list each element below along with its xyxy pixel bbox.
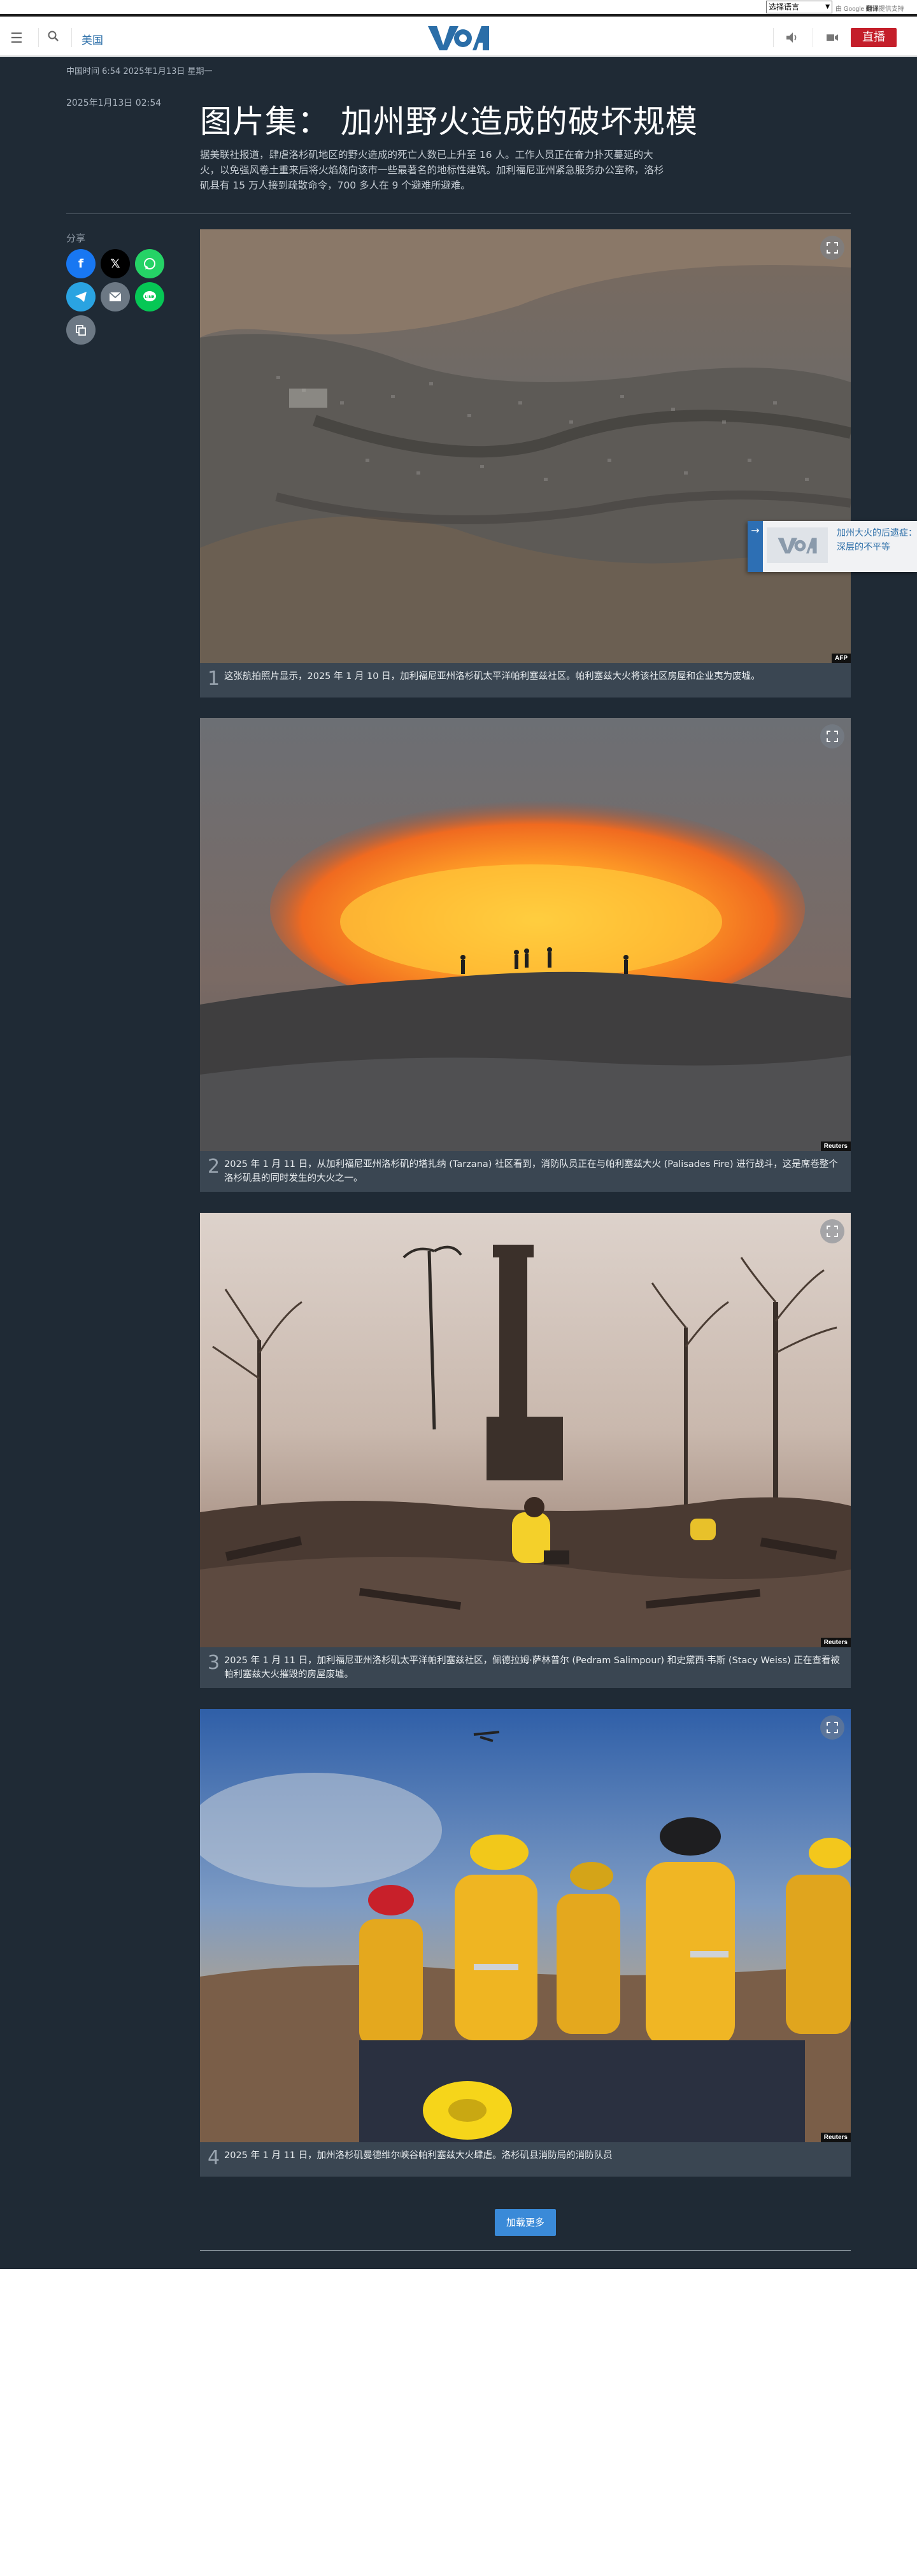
china-time: 中国时间 6:54 2025年1月13日 星期一 [66,67,213,76]
gallery-item: AFP 1 这张航拍照片显示，2025 年 1 月 10 日，加利福尼亚州洛杉矶… [200,229,851,698]
caption-text: 2025 年 1 月 11 日，加州洛杉矶曼德维尔峡谷帕利塞兹大火肆虐。洛杉矶县… [224,2150,613,2161]
article-container: 中国时间 6:54 2025年1月13日 星期一 2025年1月13日 02:5… [0,57,917,2269]
page-title: 图片集： 加州野火造成的破坏规模 [200,103,698,140]
related-headline-text: 加州大火的后遗症：深层的不平等 [837,528,917,552]
whatsapp-icon[interactable] [135,249,164,278]
expand-icon[interactable] [820,1219,844,1243]
gallery-photo-ruins[interactable]: Reuters [200,1213,851,1647]
voa-logo[interactable] [427,24,490,52]
gallery-photo-firefighters[interactable]: Reuters [200,1709,851,2142]
header-divider [71,28,72,47]
menu-icon[interactable]: ☰ [10,31,23,47]
line-icon[interactable]: LINE [135,282,164,311]
translate-attribution: 由 Google 翻译提供支持 [835,3,904,13]
expand-icon[interactable] [820,1715,844,1740]
email-icon[interactable] [101,282,130,311]
arrow-right-icon[interactable]: → [748,521,763,572]
live-button[interactable]: 直播 [851,28,897,47]
title-divider [66,213,851,214]
translate-label[interactable]: 翻译 [866,6,879,13]
header-divider [773,28,774,47]
gallery-photo-aerial[interactable]: AFP [200,229,851,663]
language-select[interactable]: 选择语言 ▼ [766,1,832,13]
photo-credit: AFP [832,654,851,663]
photo-credit: Reuters [820,1141,851,1151]
gallery-item: Reuters 2 2025 年 1 月 11 日，从加利福尼亚州洛杉矶的塔扎纳… [200,718,851,1192]
caption-number: 2 [208,1156,220,1178]
attribution-suffix: 提供支持 [878,6,904,13]
photo-caption: 1 这张航拍照片显示，2025 年 1 月 10 日，加利福尼亚州洛杉矶太平洋帕… [200,663,851,698]
region-link[interactable]: 美国 [82,31,103,47]
caption-text: 2025 年 1 月 11 日，从加利福尼亚州洛杉矶的塔扎纳 (Tarzana)… [224,1159,838,1184]
gallery-photo-fire[interactable]: Reuters [200,718,851,1151]
caption-text: 这张航拍照片显示，2025 年 1 月 10 日，加利福尼亚州洛杉矶太平洋帕利塞… [224,671,760,682]
header-divider [38,28,39,47]
burned-house-ruins-image [200,1213,851,1647]
caption-number: 4 [208,2147,220,2169]
x-icon[interactable]: 𝕏 [101,249,130,278]
attribution-prefix: 由 [835,6,842,13]
related-thumbnail [767,527,828,563]
photo-credit: Reuters [820,2133,851,2142]
caption-text: 2025 年 1 月 11 日，加利福尼亚州洛杉矶太平洋帕利塞兹社区，佩德拉姆·… [224,1656,840,1680]
aerial-burned-neighborhood-image [200,229,851,663]
gallery-item: Reuters 4 2025 年 1 月 11 日，加州洛杉矶曼德维尔峡谷帕利塞… [200,1709,851,2177]
photo-credit: Reuters [820,1638,851,1647]
telegram-icon[interactable] [66,282,96,311]
google-label[interactable]: Google [844,6,864,13]
publish-date: 2025年1月13日 02:54 [66,98,162,108]
site-header: ☰ 美国 直播 [0,19,917,56]
related-article-card[interactable]: → 加州大火的后遗症：深层的不平等 [748,521,917,572]
caption-number: 1 [208,668,220,690]
article-lead: 据美联社报道，肆虐洛杉矶地区的野火造成的死亡人数已上升至 16 人。工作人员正在… [200,149,664,191]
photo-caption: 3 2025 年 1 月 11 日，加利福尼亚州洛杉矶太平洋帕利塞兹社区，佩德拉… [200,1647,851,1688]
share-label: 分享 [66,233,86,244]
facebook-icon[interactable]: f [66,249,96,278]
copy-link-icon[interactable] [66,315,96,345]
load-more-button[interactable]: 加载更多 [495,2209,556,2236]
search-icon[interactable] [47,30,60,45]
audio-icon[interactable] [785,31,799,47]
chevron-down-icon: ▼ [825,4,830,10]
translate-bar: 选择语言 ▼ 由 Google 翻译提供支持 [0,0,917,17]
gallery-end-divider [200,2250,851,2251]
firefighters-image [200,1709,851,2142]
photo-caption: 2 2025 年 1 月 11 日，从加利福尼亚州洛杉矶的塔扎纳 (Tarzan… [200,1151,851,1192]
svg-text:LINE: LINE [145,295,154,299]
wildfire-ridge-image [200,718,851,1151]
expand-icon[interactable] [820,236,844,260]
video-icon[interactable] [825,31,839,47]
related-headline: 加州大火的后遗症：深层的不平等 [837,526,917,554]
gallery-item: Reuters 3 2025 年 1 月 11 日，加利福尼亚州洛杉矶太平洋帕利… [200,1213,851,1688]
photo-caption: 4 2025 年 1 月 11 日，加州洛杉矶曼德维尔峡谷帕利塞兹大火肆虐。洛杉… [200,2142,851,2177]
caption-number: 3 [208,1652,220,1674]
language-select-label: 选择语言 [769,3,800,11]
expand-icon[interactable] [820,724,844,748]
